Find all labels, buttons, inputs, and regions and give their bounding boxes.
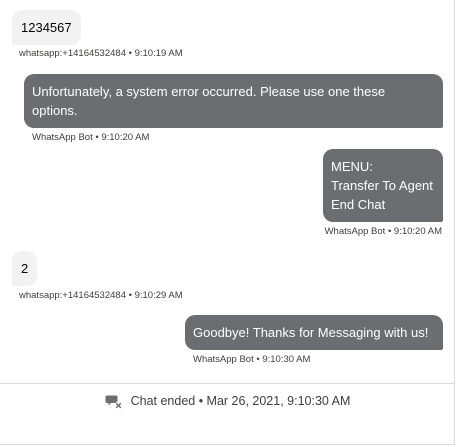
outbound-message-bubble: Goodbye! Thanks for Messaging with us! xyxy=(185,315,443,350)
chat-ended-icon xyxy=(105,395,123,410)
menu-option-transfer-to-agent: Transfer To Agent xyxy=(331,178,433,193)
menu-option-end-chat: End Chat xyxy=(331,197,386,212)
inbound-message-bubble: 2 xyxy=(12,251,38,286)
divider xyxy=(0,383,455,384)
menu-title: MENU: xyxy=(331,159,373,174)
message-meta: WhatsApp Bot • 9:10:20 AM xyxy=(32,132,150,143)
message-text: Goodbye! Thanks for Messaging with us! xyxy=(193,325,429,340)
chat-ended-event: Chat ended • Mar 26, 2021, 9:10:30 AM xyxy=(0,392,455,410)
outbound-menu-bubble: MENU: Transfer To Agent End Chat xyxy=(323,149,443,222)
message-meta: WhatsApp Bot • 9:10:30 AM xyxy=(193,354,311,365)
chat-ended-text: Chat ended • Mar 26, 2021, 9:10:30 AM xyxy=(130,394,351,408)
message-meta: whatsapp:+14164532484 • 9:10:19 AM xyxy=(19,48,183,59)
message-text-line: options. xyxy=(32,103,78,118)
inbound-message-bubble: 1234567 xyxy=(12,10,81,45)
message-text-line: Unfortunately, a system error occurred. … xyxy=(32,84,386,99)
chat-transcript: 1234567 whatsapp:+14164532484 • 9:10:19 … xyxy=(0,0,455,445)
outbound-message-bubble: Unfortunately, a system error occurred. … xyxy=(24,74,443,128)
message-text: 1234567 xyxy=(21,20,72,35)
message-meta: whatsapp:+14164532484 • 9:10:29 AM xyxy=(19,290,183,301)
message-text: 2 xyxy=(21,261,29,276)
message-meta: WhatsApp Bot • 9:10:20 AM xyxy=(324,226,442,237)
